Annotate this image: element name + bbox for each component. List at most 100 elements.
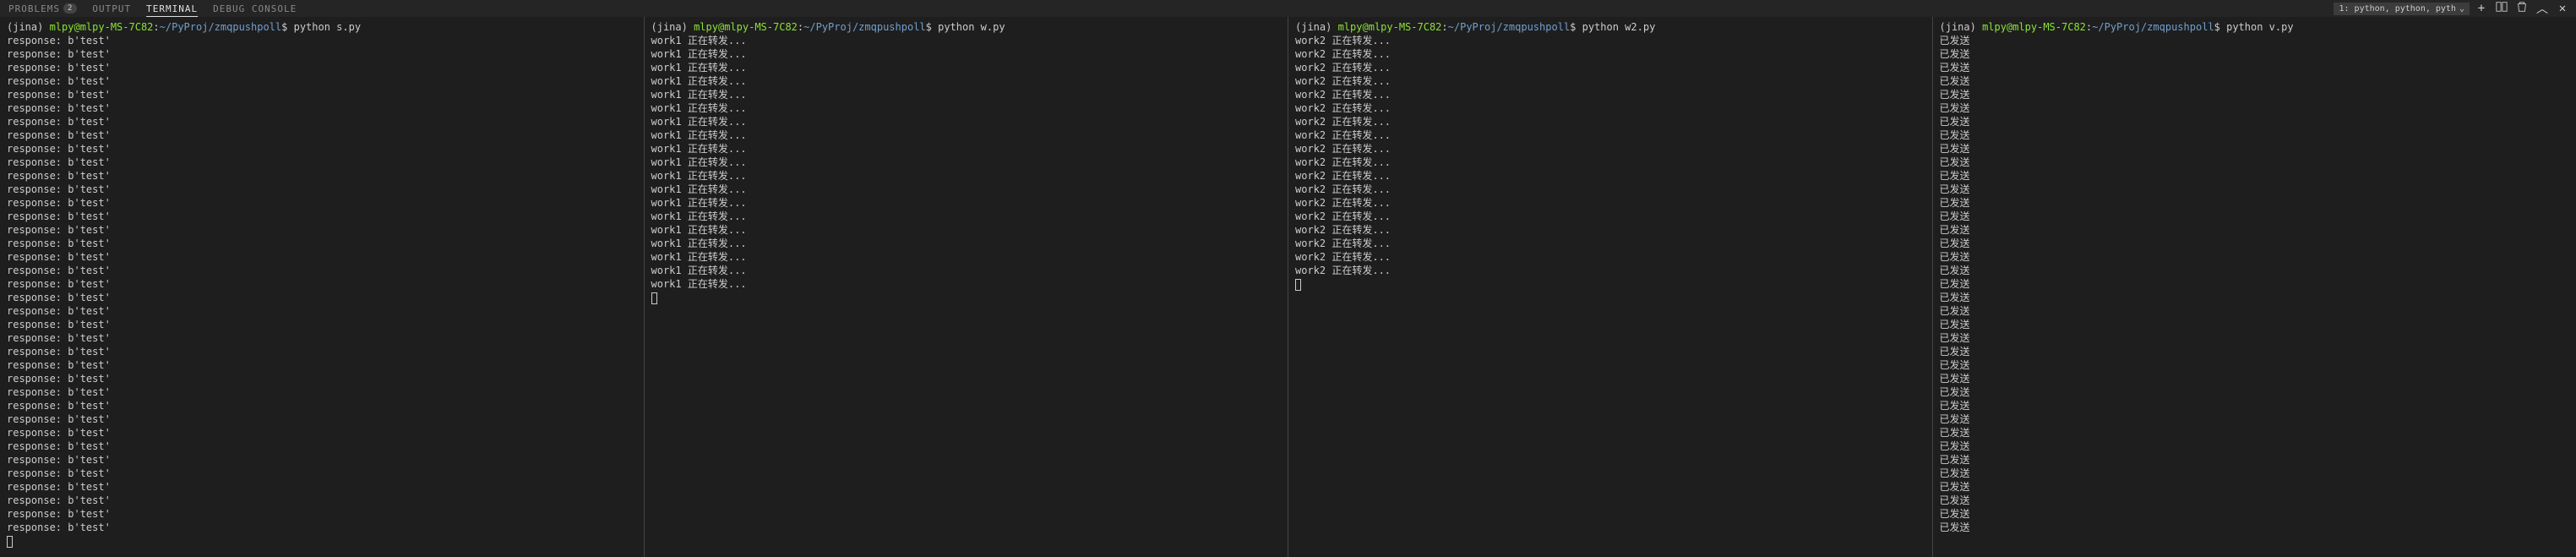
- kill-terminal-button[interactable]: [2513, 0, 2530, 17]
- chevron-up-icon: ︿: [2536, 0, 2548, 17]
- output-line: work2 正在转发...: [1295, 156, 1925, 169]
- prompt-path-rest: /PyProj/zmqpushpoll: [166, 21, 281, 33]
- prompt-env: (jina): [7, 21, 50, 33]
- output-line: response: b'test': [7, 399, 637, 412]
- prompt-path-rest: /PyProj/zmqpushpoll: [1454, 21, 1570, 33]
- output-line: work2 正在转发...: [1295, 183, 1925, 196]
- output-line: 已发送: [1940, 385, 2570, 399]
- output-line: work2 正在转发...: [1295, 223, 1925, 237]
- tab-debug-console[interactable]: DEBUG CONSOLE: [213, 3, 297, 14]
- output-line: 已发送: [1940, 507, 2570, 521]
- terminal-pane-2[interactable]: (jina) mlpy@mlpy-MS-7C82:~/PyProj/zmqpus…: [645, 17, 1289, 557]
- output-line: response: b'test': [7, 210, 637, 223]
- output-line: work1 正在转发...: [651, 277, 1282, 291]
- output-line: work1 正在转发...: [651, 250, 1282, 264]
- output-line: response: b'test': [7, 128, 637, 142]
- output-line: 已发送: [1940, 101, 2570, 115]
- output-line: work2 正在转发...: [1295, 128, 1925, 142]
- output-line: 已发送: [1940, 169, 2570, 183]
- output-line: work1 正在转发...: [651, 169, 1282, 183]
- output-line: 已发送: [1940, 196, 2570, 210]
- output-line: work1 正在转发...: [651, 128, 1282, 142]
- output-line: work2 正在转发...: [1295, 142, 1925, 156]
- output-line: 已发送: [1940, 399, 2570, 412]
- output-line: 已发送: [1940, 142, 2570, 156]
- output-line: 已发送: [1940, 480, 2570, 494]
- output-line: work1 正在转发...: [651, 237, 1282, 250]
- terminal-cursor: [7, 536, 13, 548]
- output-line: 已发送: [1940, 47, 2570, 61]
- terminal-pane-1[interactable]: (jina) mlpy@mlpy-MS-7C82:~/PyProj/zmqpus…: [0, 17, 645, 557]
- prompt-env: (jina): [1295, 21, 1338, 33]
- output-line: work2 正在转发...: [1295, 74, 1925, 88]
- close-panel-button[interactable]: ✕: [2554, 0, 2571, 17]
- output-line: response: b'test': [7, 250, 637, 264]
- output-line: response: b'test': [7, 183, 637, 196]
- output-line: work1 正在转发...: [651, 47, 1282, 61]
- prompt-path-tilde: ~: [1448, 21, 1454, 33]
- command-text: python v.py: [2226, 21, 2293, 33]
- output-line: 已发送: [1940, 61, 2570, 74]
- terminal-selector-dropdown[interactable]: 1: python, python, pyth ⌄: [2334, 3, 2470, 15]
- output-line: response: b'test': [7, 156, 637, 169]
- output-line: response: b'test': [7, 453, 637, 467]
- tab-debug-console-label: DEBUG CONSOLE: [213, 3, 297, 14]
- terminal-pane-4[interactable]: (jina) mlpy@mlpy-MS-7C82:~/PyProj/zmqpus…: [1933, 17, 2576, 557]
- prompt-user-host: mlpy@mlpy-MS-7C82: [694, 21, 798, 33]
- output-line: response: b'test': [7, 237, 637, 250]
- output-line: response: b'test': [7, 101, 637, 115]
- output-line: 已发送: [1940, 128, 2570, 142]
- prompt-colon: :: [153, 21, 159, 33]
- terminal-toolbar: 1: python, python, pyth ⌄ + ︿ ✕: [2334, 0, 2576, 17]
- output-line: response: b'test': [7, 304, 637, 318]
- output-line: 已发送: [1940, 494, 2570, 507]
- output-line: work1 正在转发...: [651, 74, 1282, 88]
- output-line: response: b'test': [7, 345, 637, 358]
- output-line: work1 正在转发...: [651, 156, 1282, 169]
- prompt-env: (jina): [651, 21, 694, 33]
- tab-terminal[interactable]: TERMINAL: [146, 3, 198, 14]
- output-line: work2 正在转发...: [1295, 115, 1925, 128]
- command-text: python s.py: [294, 21, 361, 33]
- output-line: 已发送: [1940, 156, 2570, 169]
- output-line: response: b'test': [7, 291, 637, 304]
- output-line: 已发送: [1940, 210, 2570, 223]
- split-terminal-button[interactable]: [2493, 0, 2510, 17]
- prompt-dollar: $: [281, 21, 293, 33]
- output-line: work1 正在转发...: [651, 88, 1282, 101]
- prompt-dollar: $: [2214, 21, 2226, 33]
- output-line: work1 正在转发...: [651, 264, 1282, 277]
- output-line: work2 正在转发...: [1295, 61, 1925, 74]
- output-line: 已发送: [1940, 345, 2570, 358]
- output-line: 已发送: [1940, 358, 2570, 372]
- tab-problems[interactable]: PROBLEMS 2: [8, 3, 77, 14]
- output-line: response: b'test': [7, 385, 637, 399]
- cursor-line: [7, 534, 637, 548]
- output-line: 已发送: [1940, 264, 2570, 277]
- output-line: response: b'test': [7, 142, 637, 156]
- output-line: work1 正在转发...: [651, 115, 1282, 128]
- output-line: work2 正在转发...: [1295, 169, 1925, 183]
- prompt-dollar: $: [1570, 21, 1582, 33]
- trash-icon: [2516, 1, 2528, 16]
- output-line: 已发送: [1940, 412, 2570, 426]
- output-line: response: b'test': [7, 467, 637, 480]
- output-line: response: b'test': [7, 169, 637, 183]
- prompt-line: (jina) mlpy@mlpy-MS-7C82:~/PyProj/zmqpus…: [651, 20, 1282, 34]
- prompt-line: (jina) mlpy@mlpy-MS-7C82:~/PyProj/zmqpus…: [1940, 20, 2570, 34]
- maximize-panel-button[interactable]: ︿: [2534, 0, 2551, 17]
- output-line: work1 正在转发...: [651, 210, 1282, 223]
- output-line: response: b'test': [7, 196, 637, 210]
- new-terminal-button[interactable]: +: [2473, 0, 2490, 17]
- output-line: response: b'test': [7, 372, 637, 385]
- tab-output[interactable]: OUTPUT: [92, 3, 131, 14]
- terminal-selector-label: 1: python, python, pyth: [2339, 4, 2455, 14]
- prompt-path-rest: /PyProj/zmqpushpoll: [809, 21, 925, 33]
- terminal-pane-3[interactable]: (jina) mlpy@mlpy-MS-7C82:~/PyProj/zmqpus…: [1288, 17, 1933, 557]
- output-line: response: b'test': [7, 74, 637, 88]
- prompt-user-host: mlpy@mlpy-MS-7C82: [1338, 21, 1442, 33]
- output-line: response: b'test': [7, 223, 637, 237]
- command-text: python w2.py: [1582, 21, 1656, 33]
- output-line: 已发送: [1940, 237, 2570, 250]
- output-line: work2 正在转发...: [1295, 250, 1925, 264]
